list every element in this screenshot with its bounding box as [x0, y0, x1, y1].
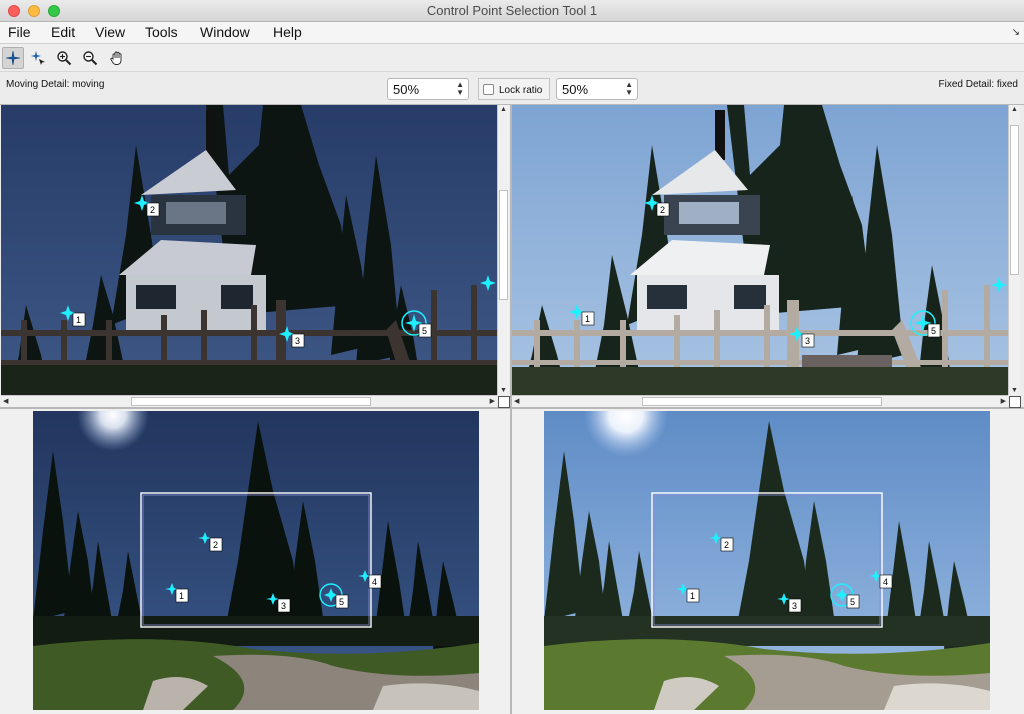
- fixed-overview-image[interactable]: 2 1 3 5 4: [544, 411, 990, 710]
- scroll-down-icon[interactable]: ▼: [500, 387, 507, 394]
- control-point-label: 1: [585, 314, 590, 324]
- moving-detail-vertical-scrollbar[interactable]: ▲ ▼: [497, 105, 509, 395]
- control-point-label: 2: [724, 540, 729, 550]
- scroll-up-icon[interactable]: ▲: [500, 106, 507, 113]
- control-point-label: 3: [281, 601, 286, 611]
- menu-bar: File Edit View Tools Window Help ↘: [0, 22, 1024, 44]
- scroll-right-icon[interactable]: ▶: [1001, 397, 1006, 405]
- fixed-detail-horizontal-scrollbar[interactable]: ◀ ▶: [512, 395, 1008, 407]
- control-point-5[interactable]: 5: [830, 583, 860, 609]
- window-title: Control Point Selection Tool 1: [426, 3, 598, 18]
- control-point-label: 4: [883, 577, 888, 587]
- lock-ratio-label: Lock ratio: [499, 85, 543, 96]
- scroll-left-icon[interactable]: ◀: [3, 397, 8, 405]
- select-point-tool-icon[interactable]: [27, 47, 49, 69]
- menu-tools[interactable]: Tools: [145, 24, 178, 40]
- menu-view[interactable]: View: [95, 24, 125, 40]
- control-point-1[interactable]: 1: [676, 583, 700, 603]
- control-point-label: 3: [805, 336, 810, 346]
- stepper-icon[interactable]: ▲ ▼: [625, 81, 633, 97]
- control-point-label: 5: [931, 326, 936, 336]
- dock-arrow-icon[interactable]: ↘: [1012, 27, 1020, 38]
- control-point-2[interactable]: 2: [134, 195, 160, 217]
- moving-overview-image[interactable]: 2 1 3 5 4: [33, 411, 479, 710]
- control-point-label: 3: [295, 336, 300, 346]
- control-point-label: 5: [339, 597, 344, 607]
- control-point-label: 5: [850, 597, 855, 607]
- scroll-corner: [498, 396, 510, 408]
- moving-detail-image[interactable]: 2 1 3 5: [1, 105, 497, 395]
- moving-detail-label: Moving Detail: moving: [6, 79, 105, 90]
- control-point-3[interactable]: 3: [789, 326, 815, 348]
- control-point-label: 3: [792, 601, 797, 611]
- menu-window[interactable]: Window: [200, 24, 250, 40]
- scrollbar-thumb[interactable]: [499, 190, 508, 300]
- menu-help[interactable]: Help: [273, 24, 302, 40]
- moving-zoom-value: 50%: [393, 82, 420, 97]
- moving-zoom-select[interactable]: 50% ▲ ▼: [387, 78, 469, 100]
- title-bar: Control Point Selection Tool 1: [0, 0, 1024, 22]
- detail-controls-bar: Moving Detail: moving 50% ▲ ▼ Lock ratio …: [0, 72, 1024, 104]
- control-point-5[interactable]: 5: [319, 583, 349, 609]
- add-point-tool-icon[interactable]: [2, 47, 24, 69]
- control-point-3[interactable]: 3: [777, 593, 802, 613]
- control-point-4[interactable]: 4: [358, 570, 382, 589]
- checkbox-icon[interactable]: [483, 84, 494, 95]
- control-point-label: 1: [690, 591, 695, 601]
- control-point-label: 2: [150, 205, 155, 215]
- fixed-detail-label: Fixed Detail: fixed: [938, 79, 1018, 90]
- control-point-label: 4: [372, 577, 377, 587]
- menu-edit[interactable]: Edit: [51, 24, 75, 40]
- control-point-1[interactable]: 1: [569, 304, 595, 326]
- fixed-detail-vertical-scrollbar[interactable]: ▲ ▼: [1008, 105, 1020, 395]
- zoom-in-icon[interactable]: [53, 47, 75, 69]
- scroll-right-icon[interactable]: ▶: [490, 397, 495, 405]
- control-point-3[interactable]: 3: [279, 326, 305, 348]
- zoom-out-icon[interactable]: [79, 47, 101, 69]
- lock-ratio-checkbox[interactable]: Lock ratio: [478, 78, 550, 100]
- scroll-corner: [1009, 396, 1021, 408]
- control-point-4[interactable]: [991, 277, 1007, 293]
- moving-detail-horizontal-scrollbar[interactable]: ◀ ▶: [1, 395, 497, 407]
- scroll-down-icon[interactable]: ▼: [1011, 387, 1018, 394]
- fixed-zoom-select[interactable]: 50% ▲ ▼: [556, 78, 638, 100]
- scrollbar-thumb[interactable]: [1010, 125, 1019, 275]
- control-point-5[interactable]: 5: [401, 310, 432, 338]
- scrollbar-thumb[interactable]: [642, 397, 882, 406]
- control-point-label: 1: [179, 591, 184, 601]
- scroll-up-icon[interactable]: ▲: [1011, 106, 1018, 113]
- fixed-zoom-value: 50%: [562, 82, 589, 97]
- control-point-4[interactable]: [480, 275, 496, 291]
- control-point-2[interactable]: 2: [198, 532, 223, 552]
- control-point-label: 5: [422, 326, 427, 336]
- menu-file[interactable]: File: [8, 24, 31, 40]
- control-point-5[interactable]: 5: [910, 310, 941, 338]
- control-point-2[interactable]: 2: [644, 195, 670, 217]
- control-point-1[interactable]: 1: [60, 305, 86, 327]
- pan-hand-icon[interactable]: [106, 47, 128, 69]
- control-point-label: 1: [76, 315, 81, 325]
- control-point-label: 2: [660, 205, 665, 215]
- control-point-2[interactable]: 2: [709, 532, 734, 552]
- scroll-left-icon[interactable]: ◀: [514, 397, 519, 405]
- fixed-detail-image[interactable]: 2 1 3 5: [512, 105, 1008, 395]
- stepper-icon[interactable]: ▲ ▼: [456, 81, 464, 97]
- control-point-1[interactable]: 1: [165, 583, 189, 603]
- control-point-4[interactable]: 4: [869, 570, 893, 589]
- scrollbar-thumb[interactable]: [131, 397, 371, 406]
- control-point-3[interactable]: 3: [266, 593, 291, 613]
- toolbar: [0, 44, 1024, 72]
- control-point-label: 2: [213, 540, 218, 550]
